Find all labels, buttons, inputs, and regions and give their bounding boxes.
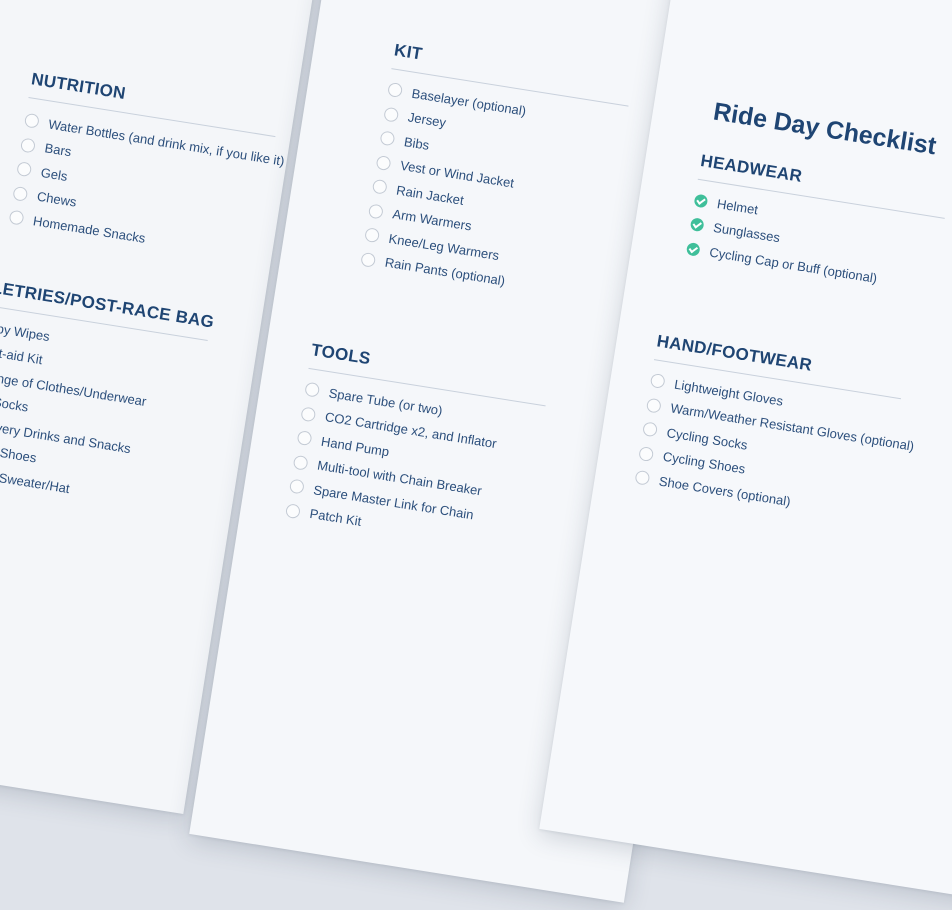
checkbox-icon[interactable] [642,421,659,438]
nutrition-section: NUTRITION Water Bottles (and drink mix, … [8,69,286,268]
checkbox-icon[interactable] [371,179,388,196]
checkbox-icon[interactable] [638,445,655,462]
checkbox-icon[interactable] [300,406,317,423]
checkbox-icon[interactable] [367,203,384,220]
checkbox-icon[interactable] [285,502,302,519]
kit-list: Baselayer (optional) Jersey Bibs Vest or… [359,69,628,308]
check-icon[interactable] [689,217,705,233]
checkbox-icon[interactable] [296,430,313,447]
checkbox-icon[interactable] [383,106,400,123]
checkbox-icon[interactable] [375,154,392,171]
checkbox-icon[interactable] [16,161,33,178]
headwear-section: HEADWEAR Helmet Sunglasses Cycling Cap o… [685,151,950,299]
checkbox-icon[interactable] [634,469,651,486]
checkbox-icon[interactable] [304,381,321,398]
checkbox-icon[interactable] [12,185,29,202]
checkbox-icon[interactable] [364,227,381,244]
checkbox-icon[interactable] [23,113,40,130]
checkbox-icon[interactable] [19,137,37,154]
checkbox-icon[interactable] [387,82,404,99]
footwear-section: HAND/FOOTWEAR Lightweight Gloves Warm/We… [634,331,915,528]
check-icon[interactable] [685,241,701,257]
checkbox-icon[interactable] [379,130,396,147]
kit-section: KIT Baselayer (optional) Jersey Bibs Ves… [359,40,633,308]
checkbox-icon[interactable] [645,397,662,414]
checkbox-icon[interactable] [288,478,305,495]
checkbox-icon[interactable] [8,209,25,226]
page-title: Ride Day Checklist [711,97,939,161]
tools-section: TOOLS Spare Tube (or two) CO2 Cartridge … [284,340,551,559]
check-icon[interactable] [693,193,709,209]
checkbox-icon[interactable] [292,454,309,471]
checkbox-icon[interactable] [649,373,666,390]
checkbox-icon[interactable] [360,251,377,268]
toiletries-section: TOILETRIES/POST-RACE BAG Baby Wipes Firs… [0,273,216,518]
